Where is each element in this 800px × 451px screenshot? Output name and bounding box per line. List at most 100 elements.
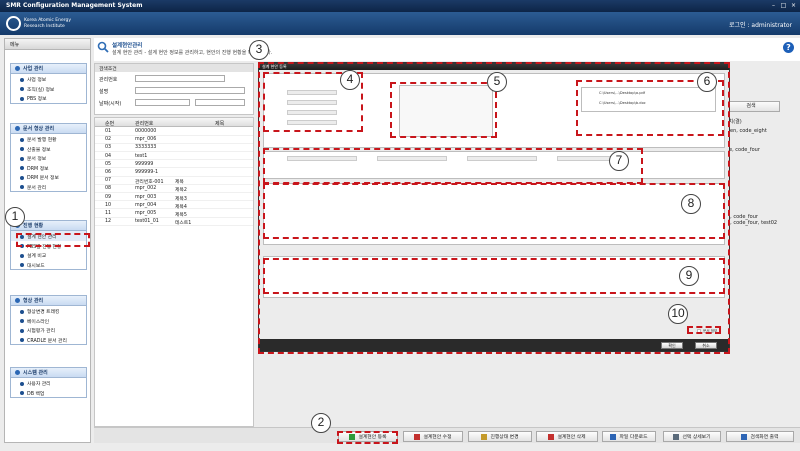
sidebar-item[interactable]: CRADLE 문서 관리	[11, 335, 86, 345]
table-cell: 3333333	[135, 145, 157, 151]
help-icon[interactable]: ?	[783, 42, 794, 53]
dialog-input[interactable]	[287, 90, 337, 95]
sidebar-item[interactable]: 사용자 관리	[11, 378, 86, 388]
logo-text-line1: Korea Atomic Energy	[24, 18, 71, 23]
table-cell: 999999	[135, 161, 154, 167]
sidebar-item[interactable]: 시험평가 관리	[11, 325, 86, 335]
bottom-button[interactable]: 파일 다운로드	[602, 431, 656, 442]
table-row[interactable]: 05 999999	[95, 161, 253, 169]
button-icon	[481, 433, 488, 440]
close-icon[interactable]: ×	[789, 2, 798, 10]
bottom-button[interactable]: 설계현안 수정	[403, 431, 463, 442]
bullet-icon	[20, 328, 24, 333]
bottom-button[interactable]: 설계현안 등록	[338, 431, 398, 442]
bottom-button[interactable]: 선택 상세보기	[663, 431, 721, 442]
sidebar-item[interactable]: PBS별 진행 현황	[11, 241, 86, 251]
button-icon	[548, 433, 555, 440]
date-start-input[interactable]	[135, 99, 190, 106]
sidebar-item[interactable]: 문서 발행 현황	[11, 134, 86, 144]
sidebar-group: 형상 관리형상변경 트래킹 베이스라인 시험평가 관리 CRADLE 문서 관리	[10, 295, 87, 345]
table-cell: 테스트1	[175, 221, 192, 227]
table-row[interactable]: 09 mpr_003 제목3	[95, 194, 253, 202]
dialog-input[interactable]	[377, 156, 447, 161]
table-cell: mpr_005	[135, 211, 157, 216]
logo: Korea Atomic Energy Research Institute	[6, 14, 71, 33]
bullet-icon	[20, 253, 24, 258]
minimize-icon[interactable]: –	[769, 2, 778, 10]
button-icon	[610, 433, 617, 440]
dialog-input[interactable]	[287, 120, 337, 125]
sidebar-group-header[interactable]: 문서 형상 관리	[11, 124, 86, 134]
dialog-footer: 확인 취소	[259, 339, 729, 351]
bottom-button-label: 설계현안 수정	[423, 435, 452, 440]
date-end-input[interactable]	[195, 99, 245, 106]
table-row[interactable]: 08 mpr_002 제목2	[95, 185, 253, 193]
group-icon	[15, 298, 20, 303]
sidebar-item[interactable]: 대시보드	[11, 260, 86, 270]
sidebar-item[interactable]: 형상변경 트래킹	[11, 306, 86, 316]
file-path: C:\Users\...\Desktop\b.doc	[599, 101, 646, 105]
sidebar-item-label: PBS별 진행 현황	[27, 244, 62, 250]
sidebar-item[interactable]: 문서 정보	[11, 153, 86, 163]
dialog-input[interactable]	[287, 156, 357, 161]
sidebar-item-label: 사업 정보	[27, 78, 47, 84]
document-table	[263, 183, 725, 245]
sidebar: 메뉴 사업 관리사업 정보 조직(실) 정보 PBS 정보문서 형상 관리 문서 발행…	[4, 38, 91, 443]
callout-number: 7	[609, 151, 629, 171]
table-row[interactable]: 04 test1	[95, 153, 253, 161]
table-row[interactable]: 03 3333333	[95, 144, 253, 152]
sidebar-item[interactable]: DB 백업	[11, 388, 86, 398]
bottom-button[interactable]: 진행상태 변경	[468, 431, 532, 442]
sidebar-item[interactable]: DRM 문서 정보	[11, 172, 86, 182]
maximize-icon[interactable]: □	[779, 2, 788, 10]
sidebar-item[interactable]: 산출물 정보	[11, 144, 86, 154]
table-row[interactable]: 12 test01_01 테스트1	[95, 218, 253, 226]
callout-number: 5	[487, 72, 507, 92]
table-row[interactable]: 11 mpr_005 제목5	[95, 210, 253, 218]
button-icon	[414, 433, 421, 440]
desc-input[interactable]	[135, 87, 245, 94]
col-header-title: 제목	[215, 121, 225, 127]
table-cell: 03	[105, 145, 112, 151]
table-cell: 02	[105, 137, 112, 143]
search-button[interactable]: 검색	[722, 101, 780, 112]
bottom-button-label: 설계현안 등록	[358, 435, 387, 440]
bottom-button[interactable]: 검색화면 출력	[726, 431, 794, 442]
table-cell: 관리번호-001	[135, 180, 164, 186]
sidebar-item[interactable]: PBS 정보	[11, 93, 86, 103]
sidebar-group-header[interactable]: 사업 관리	[11, 64, 86, 74]
id-input[interactable]	[135, 75, 225, 82]
dialog-input[interactable]	[467, 156, 537, 161]
dialog-input[interactable]	[287, 110, 337, 115]
callout-number: 1	[5, 207, 25, 227]
sidebar-item[interactable]: 문서 관리	[11, 182, 86, 192]
sidebar-item[interactable]: 조직(실) 정보	[11, 84, 86, 94]
sidebar-item[interactable]: 사업 정보	[11, 74, 86, 84]
dialog-input[interactable]	[287, 100, 337, 105]
sidebar-item-label: 형상변경 트래킹	[27, 310, 60, 316]
bottom-button[interactable]: 설계현안 삭제	[536, 431, 598, 442]
table-cell: 01	[105, 129, 112, 134]
table-row[interactable]: 01 0000000	[95, 128, 253, 136]
sidebar-item[interactable]: DRM 정보	[11, 163, 86, 173]
table-row[interactable]: 06 999999-1	[95, 169, 253, 177]
doc-info-checkbox[interactable]	[697, 329, 701, 333]
page-header: 설계현안관리 설계 현안 관리 - 설계 현안 정보를 관리하고, 현안의 진행…	[94, 38, 800, 61]
sidebar-group-title: 진행 현황	[23, 223, 44, 229]
right-value: even, code_eight	[724, 128, 767, 134]
confirm-button[interactable]: 확인	[661, 342, 683, 349]
sidebar-item[interactable]: 설계 비교	[11, 250, 86, 260]
sidebar-item[interactable]: 설계 현안 관리	[11, 231, 86, 241]
table-row[interactable]: 10 mpr_004 제목4	[95, 202, 253, 210]
sidebar-group-header[interactable]: 형상 관리	[11, 296, 86, 306]
code-list[interactable]	[399, 85, 493, 137]
cancel-button[interactable]: 취소	[695, 342, 717, 349]
field-label-id: 관리번호	[99, 77, 118, 83]
table-row[interactable]: 07 관리번호-001 제목	[95, 177, 253, 185]
sidebar-group-header[interactable]: 시스템 관리	[11, 368, 86, 378]
menu-header: 메뉴	[5, 39, 90, 50]
sidebar-item[interactable]: 베이스라인	[11, 316, 86, 326]
table-cell: 06	[105, 170, 112, 175]
dialog-title: 설계 현안 등록	[259, 63, 729, 70]
table-row[interactable]: 02 mpr_006	[95, 136, 253, 144]
